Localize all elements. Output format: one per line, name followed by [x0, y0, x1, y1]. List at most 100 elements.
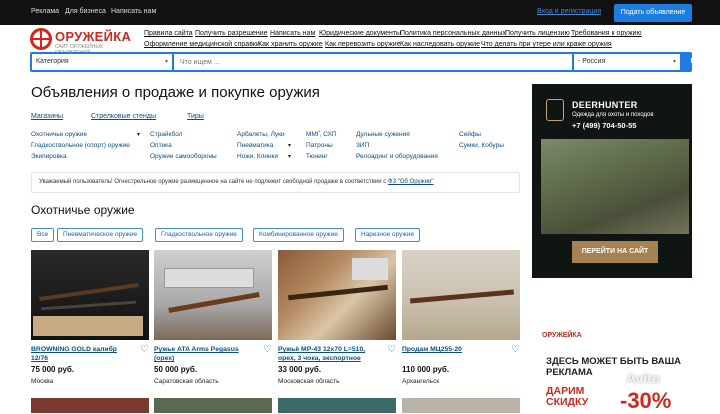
advertise-here-banner[interactable]: ОРУЖЕЙКА ЗДЕСЬ МОЖЕТ БЫТЬ ВАША РЕКЛАМА Д… [532, 318, 692, 413]
heart-icon[interactable]: ♡ [263, 344, 272, 355]
search-input[interactable] [174, 54, 572, 70]
listing-card[interactable]: Ружье ATA Arms Pegasus (орех) ♡ 50 000 р… [154, 250, 272, 390]
ad-discount-value: -30% [620, 388, 672, 413]
legal-notice: Уважаемый пользователь! Огнестрельное ор… [31, 172, 520, 193]
business-link[interactable]: Для бизнеса [65, 8, 106, 15]
nav-write-us[interactable]: Написать нам [270, 30, 315, 37]
category-spare-parts[interactable]: ЗИП [356, 142, 369, 149]
category-mmg[interactable]: ММГ, СХП [306, 131, 337, 138]
listing-title[interactable]: BROWNING GOLD калибр 12/76 [31, 345, 135, 363]
category-optics[interactable]: Оптика [150, 142, 172, 149]
chevron-down-icon[interactable]: ▾ [288, 142, 291, 149]
deer-icon [546, 99, 564, 121]
search-bar: Категория ▾ - Россия ▾ Найти [30, 52, 711, 72]
tag-combined[interactable]: Комбинированное оружие [253, 228, 344, 242]
listing-location: Саратовская область [154, 378, 219, 385]
region-select[interactable]: - Россия ▾ [574, 54, 680, 70]
chevron-down-icon[interactable]: ▾ [137, 131, 140, 138]
listing-price: 33 000 руб. [278, 365, 322, 374]
category-self-defense[interactable]: Оружие самообороны [150, 153, 217, 160]
chevron-down-icon[interactable]: ▾ [288, 153, 291, 160]
heart-icon[interactable]: ♡ [140, 344, 149, 355]
weapons-law-link[interactable]: ФЗ "Об Оружии" [388, 179, 434, 185]
listing-card[interactable]: Продам МЦ255-20 ♡ 110 000 руб. Архангель… [402, 250, 520, 390]
logo-text: ОРУЖЕЙКА [55, 29, 132, 44]
shops-link[interactable]: Магазины [31, 113, 63, 120]
nav-lost-stolen[interactable]: Что делать при утере или краже оружия [481, 41, 612, 48]
listing-card[interactable]: Ружьё МР-43 12х70 L=510, орех, 3 чока, э… [278, 250, 396, 390]
listing-price: 50 000 руб. [154, 365, 198, 374]
nav-how-to-inherit[interactable]: Как наследовать оружие [400, 41, 480, 48]
advertising-link[interactable]: Реклама [31, 8, 59, 15]
nav-get-permit[interactable]: Получить разрешение [195, 30, 268, 37]
site-logo[interactable]: ОРУЖЕЙКА САЙТ ОРУЖЕЙНЫХ ОБЪЯВЛЕНИЙ [30, 28, 138, 56]
listing-price: 110 000 руб. [402, 365, 450, 374]
post-ad-button[interactable]: Подать объявление [614, 4, 692, 22]
tag-rifled[interactable]: Нарезное оружие [355, 228, 421, 242]
listing-title[interactable]: Ружье ATA Arms Pegasus (орех) [154, 345, 258, 363]
tirs-link[interactable]: Тиры [187, 113, 204, 120]
contact-link[interactable]: Написать нам [111, 8, 156, 15]
ad-tagline: Одежда для охоты и походов [572, 112, 654, 118]
ad-headline: ЗДЕСЬ МОЖЕТ БЫТЬ ВАША РЕКЛАМА [546, 356, 681, 378]
listing-title[interactable]: Продам МЦ255-20 [402, 345, 506, 354]
nav-privacy-policy[interactable]: Политика персональных данных [400, 30, 506, 37]
region-select-value: - Россия [578, 58, 606, 65]
category-hunting[interactable]: Охотничье оружие [31, 131, 87, 138]
category-airsoft[interactable]: Страйкбол [150, 131, 183, 138]
nav-weapon-requirements[interactable]: Требования к оружию [571, 30, 642, 37]
shooting-ranges-link[interactable]: Стрелковые стенды [91, 113, 156, 120]
avito-watermark: Avito [626, 370, 661, 386]
ad-discount-label: ДАРИМ СКИДКУ [546, 385, 589, 408]
listing-card[interactable]: BROWNING GOLD калибр 12/76 ♡ 75 000 руб.… [31, 250, 149, 390]
listing-location: Москва [31, 378, 54, 385]
page-title: Объявления о продаже и покупке оружия [31, 84, 320, 101]
tag-pneumatic[interactable]: Пневматическое оружие [57, 228, 144, 242]
category-equipment[interactable]: Экипировка [31, 153, 67, 160]
category-bags[interactable]: Сумки, Кобуры [459, 142, 504, 149]
listing-title[interactable]: Ружьё МР-43 12х70 L=510, орех, 3 чока, э… [278, 345, 382, 363]
listing-photo[interactable] [278, 250, 396, 340]
category-knives[interactable]: Ножи, Клинки [237, 153, 278, 160]
category-crossbows[interactable]: Арбалеты, Луки [237, 131, 285, 138]
ad-phone: +7 (499) 704-50-55 [572, 121, 637, 130]
deerhunter-ad[interactable]: DEERHUNTER Одежда для охоты и походов +7… [532, 84, 692, 278]
listing-photo[interactable] [402, 250, 520, 340]
category-chokes[interactable]: Дульные сужения [356, 131, 410, 138]
nav-medical-certificate[interactable]: Оформление медицинской справки [144, 41, 260, 48]
category-smoothbore[interactable]: Гладкоствольное (спорт) оружие [31, 142, 130, 149]
category-safes[interactable]: Сейфы [459, 131, 481, 138]
heart-icon[interactable]: ♡ [387, 344, 396, 355]
ad-logo: ОРУЖЕЙКА [542, 332, 582, 339]
go-to-site-button[interactable]: ПЕРЕЙТИ НА САЙТ [572, 241, 658, 263]
nav-how-to-store[interactable]: Как хранить оружие [258, 41, 323, 48]
ad-photo [541, 139, 689, 234]
listing-photo[interactable] [154, 250, 272, 340]
listing-photo[interactable] [154, 398, 272, 413]
login-register-link[interactable]: Вход и регистрация [537, 8, 601, 15]
chevron-down-icon: ▾ [672, 59, 676, 65]
listing-location: Архангельск [402, 378, 440, 385]
category-select-value: Категория [36, 58, 69, 65]
notice-text: Уважаемый пользователь! Огнестрельное ор… [39, 179, 388, 185]
category-pneumatics[interactable]: Пневматика [237, 142, 273, 149]
listing-photo[interactable] [31, 398, 149, 413]
search-button[interactable]: Найти [682, 54, 720, 70]
listing-location: Московская область [278, 378, 340, 385]
nav-legal-docs[interactable]: Юридические документы [319, 30, 401, 37]
category-reloading[interactable]: Релоадинг и оборудования [356, 153, 438, 160]
nav-get-license[interactable]: Получить лицензию [505, 30, 570, 37]
tag-all[interactable]: Все [31, 228, 55, 242]
listing-price: 75 000 руб. [31, 365, 75, 374]
listing-photo[interactable] [278, 398, 396, 413]
tag-smoothbore[interactable]: Гладкоствольное оружие [155, 228, 243, 242]
category-tuning[interactable]: Тюнинг [306, 153, 328, 160]
category-select[interactable]: Категория ▾ [32, 54, 172, 70]
top-bar: Реклама Для бизнеса Написать нам Вход и … [0, 0, 720, 25]
category-ammo[interactable]: Патроны [306, 142, 333, 149]
heart-icon[interactable]: ♡ [511, 344, 520, 355]
listing-photo[interactable] [31, 250, 149, 340]
nav-rules[interactable]: Правила сайта [144, 30, 193, 37]
nav-how-to-transport[interactable]: Как перевозить оружие [325, 41, 401, 48]
listing-photo[interactable] [402, 398, 520, 413]
